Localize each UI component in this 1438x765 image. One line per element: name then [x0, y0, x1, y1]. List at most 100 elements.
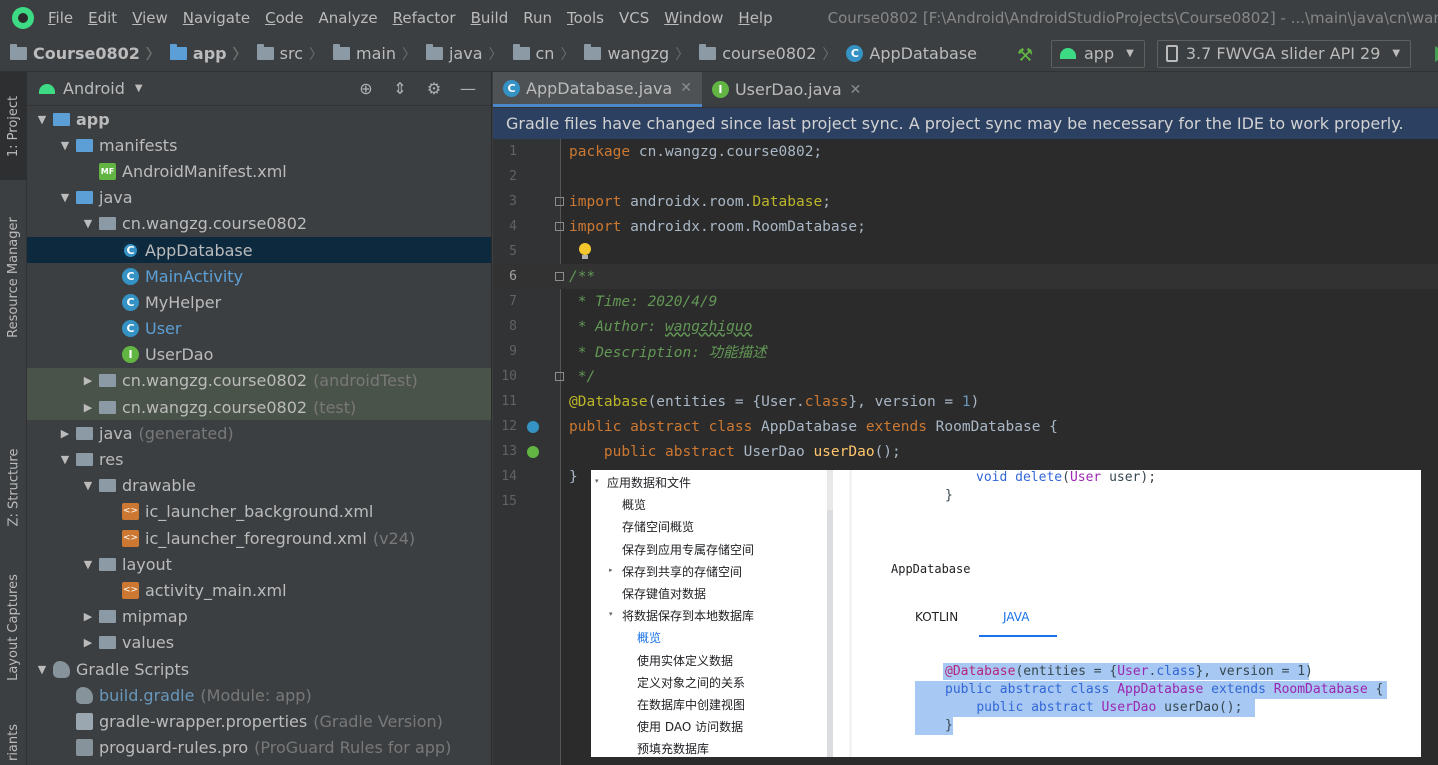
chevron-down-icon[interactable]: ▼	[135, 83, 143, 94]
implementing-icon[interactable]	[527, 446, 539, 458]
menu-navigate[interactable]: Navigate	[183, 9, 250, 27]
expand-right-icon[interactable]: ▶	[58, 427, 72, 440]
tree-item[interactable]: ▼ drawable	[27, 473, 491, 499]
expand-right-icon[interactable]: ▶	[81, 374, 95, 387]
hammer-icon[interactable]: ⚒	[1017, 45, 1037, 66]
tab-layout-captures[interactable]: Layout Captures	[0, 562, 27, 692]
tree-item[interactable]: <> ic_launcher_background.xml	[27, 499, 491, 525]
expand-down-icon[interactable]: ▼	[81, 479, 95, 492]
expand-down-icon[interactable]: ▼	[35, 113, 49, 126]
fold-icon[interactable]	[555, 372, 564, 381]
breadcrumb-item[interactable]: C AppDatabase	[846, 44, 977, 63]
implemented-icon[interactable]	[527, 421, 539, 433]
expand-down-icon[interactable]: ▼	[58, 139, 72, 152]
breadcrumb-item[interactable]: app 〉	[169, 44, 247, 64]
expand-down-icon[interactable]: ▼	[58, 453, 72, 466]
expand-right-icon[interactable]: ▶	[81, 401, 95, 414]
breadcrumb-item[interactable]: course0802 〉	[699, 44, 836, 64]
tree-item[interactable]: C User	[27, 316, 491, 342]
tree-item[interactable]: ▼ cn.wangzg.course0802	[27, 211, 491, 237]
chevron-down-icon[interactable]: ▾	[595, 477, 599, 485]
locate-icon[interactable]: ⊕	[357, 79, 375, 98]
doc-nav-item[interactable]: 保存键值对数据	[622, 585, 706, 602]
tree-item[interactable]: ▶ mipmap	[27, 604, 491, 630]
doc-tab-kotlin[interactable]: KOTLIN	[915, 610, 958, 624]
fold-icon[interactable]	[555, 272, 564, 281]
tree-item[interactable]: build.gradle (Module: app)	[27, 682, 491, 708]
tree-item[interactable]: MF AndroidManifest.xml	[27, 158, 491, 184]
menu-refactor[interactable]: Refactor	[393, 9, 456, 27]
tree-item[interactable]: ▶ values	[27, 630, 491, 656]
tree-item[interactable]: gradle-wrapper.properties (Gradle Version…	[27, 708, 491, 734]
breadcrumb-item[interactable]: java 〉	[425, 44, 503, 64]
tree-item[interactable]: I UserDao	[27, 342, 491, 368]
tree-item[interactable]: ▼ layout	[27, 551, 491, 577]
menu-edit[interactable]: Edit	[88, 9, 117, 27]
expand-down-icon[interactable]: ▼	[58, 191, 72, 204]
tree-item[interactable]: C AppDatabase	[27, 236, 491, 264]
menu-run[interactable]: Run	[523, 9, 552, 27]
tab-resource-manager[interactable]: Resource Manager	[0, 202, 27, 352]
doc-nav-item[interactable]: 存储空间概览	[622, 518, 694, 535]
tree-item[interactable]: <> activity_main.xml	[27, 577, 491, 603]
minimize-icon[interactable]: —	[459, 79, 477, 98]
menu-analyze[interactable]: Analyze	[319, 9, 378, 27]
menu-file[interactable]: File	[48, 9, 73, 27]
doc-nav-item[interactable]: 使用 DAO 访问数据	[637, 718, 743, 735]
doc-nav-item[interactable]: 在数据库中创建视图	[637, 696, 745, 713]
tree-item[interactable]: ▶ cn.wangzg.course0802 (test)	[27, 394, 491, 421]
doc-nav-item[interactable]: 预填充数据库	[637, 740, 709, 757]
close-icon[interactable]: ✕	[680, 80, 692, 96]
doc-nav-item[interactable]: 应用数据和文件	[607, 474, 691, 491]
menu-window[interactable]: Window	[664, 9, 723, 27]
project-view-selector[interactable]: Android	[63, 79, 125, 98]
doc-nav-item[interactable]: 使用实体定义数据	[637, 652, 733, 669]
menu-tools[interactable]: Tools	[567, 9, 604, 27]
breadcrumb-item[interactable]: Course0802 〉	[10, 44, 160, 64]
close-icon[interactable]: ✕	[850, 82, 862, 98]
collapse-all-icon[interactable]: ⇕	[391, 79, 409, 98]
doc-nav-item[interactable]: 概览	[637, 629, 661, 646]
tree-item[interactable]: proguard-rules.pro (ProGuard Rules for ap…	[27, 735, 491, 761]
doc-nav-item[interactable]: 概览	[622, 496, 646, 513]
expand-right-icon[interactable]: ▶	[81, 610, 95, 623]
tree-item[interactable]: C MainActivity	[27, 263, 491, 289]
lightbulb-icon[interactable]	[578, 243, 592, 261]
tree-item[interactable]: ▼ java	[27, 185, 491, 211]
chevron-right-icon[interactable]: ▸	[609, 566, 613, 574]
tree-item[interactable]: ▼ manifests	[27, 132, 491, 158]
expand-down-icon[interactable]: ▼	[81, 217, 95, 230]
gear-icon[interactable]: ⚙	[425, 79, 443, 98]
doc-tab-java[interactable]: JAVA	[1003, 610, 1029, 624]
tree-item[interactable]: C MyHelper	[27, 289, 491, 315]
tree-item[interactable]: ▶ java (generated)	[27, 420, 491, 446]
expand-right-icon[interactable]: ▶	[81, 636, 95, 649]
breadcrumb-item[interactable]: cn 〉	[512, 44, 574, 64]
doc-nav-item[interactable]: 保存到共享的存储空间	[622, 563, 742, 580]
doc-nav-item[interactable]: 保存到应用专属存储空间	[622, 541, 754, 558]
tree-item[interactable]: ▼ app	[27, 106, 491, 132]
run-config-dropdown[interactable]: app ▼	[1051, 39, 1145, 68]
menu-vcs[interactable]: VCS	[619, 9, 649, 27]
chevron-down-icon[interactable]: ▾	[609, 610, 613, 618]
expand-down-icon[interactable]: ▼	[81, 558, 95, 571]
tree-item[interactable]: ▶ cn.wangzg.course0802 (androidTest)	[27, 367, 491, 395]
tree-item[interactable]: ▼ Gradle Scripts	[27, 656, 491, 682]
menu-view[interactable]: View	[132, 9, 168, 27]
doc-nav-item[interactable]: 将数据保存到本地数据库	[622, 607, 754, 624]
breadcrumb-item[interactable]: wangzg 〉	[584, 44, 689, 64]
tree-item[interactable]: <> ic_launcher_foreground.xml (v24)	[27, 525, 491, 551]
editor-tab[interactable]: I UserDao.java ✕	[702, 72, 871, 107]
tab-project[interactable]: 1: Project	[0, 72, 27, 180]
tab-structure[interactable]: Z: Structure	[0, 432, 27, 542]
breadcrumb-item[interactable]: main 〉	[332, 44, 416, 64]
menu-build[interactable]: Build	[471, 9, 509, 27]
breadcrumb-item[interactable]: src 〉	[256, 44, 323, 64]
fold-icon[interactable]	[555, 197, 564, 206]
menu-code[interactable]: Code	[265, 9, 303, 27]
tree-item[interactable]: ▼ res	[27, 446, 491, 472]
fold-icon[interactable]	[555, 222, 564, 231]
expand-down-icon[interactable]: ▼	[35, 663, 49, 676]
menu-help[interactable]: Help	[738, 9, 772, 27]
editor-tab[interactable]: C AppDatabase.java ✕	[493, 72, 702, 107]
